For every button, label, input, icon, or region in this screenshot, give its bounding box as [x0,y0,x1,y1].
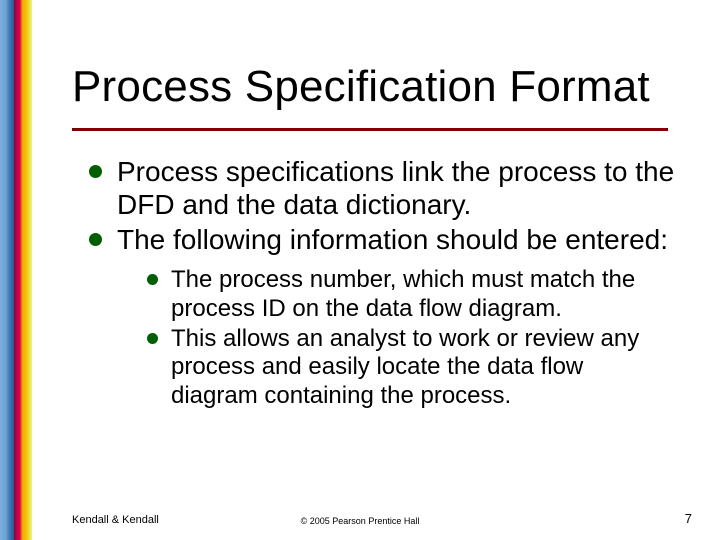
bullet-item: The following information should be ente… [85,224,675,410]
bullet-text: Process specifications link the process … [117,156,674,220]
decorative-side-stripe [0,0,32,540]
slide-title: Process Specification Format [72,62,650,112]
bullet-text: The following information should be ente… [117,224,668,255]
bullet-item: Process specifications link the process … [85,156,675,222]
title-underline [72,128,668,131]
sub-bullet-item: The process number, which must match the… [145,266,675,323]
sub-bullet-text: This allows an analyst to work or review… [171,325,639,409]
footer-page-number: 7 [685,511,692,526]
sub-bullet-text: The process number, which must match the… [171,266,635,321]
sub-bullet-list: The process number, which must match the… [117,266,675,410]
footer-copyright: © 2005 Pearson Prentice Hall [0,516,720,526]
slide: Process Specification Format Process spe… [0,0,720,540]
bullet-list: Process specifications link the process … [85,156,675,410]
sub-bullet-item: This allows an analyst to work or review… [145,325,675,410]
slide-body: Process specifications link the process … [85,156,675,412]
